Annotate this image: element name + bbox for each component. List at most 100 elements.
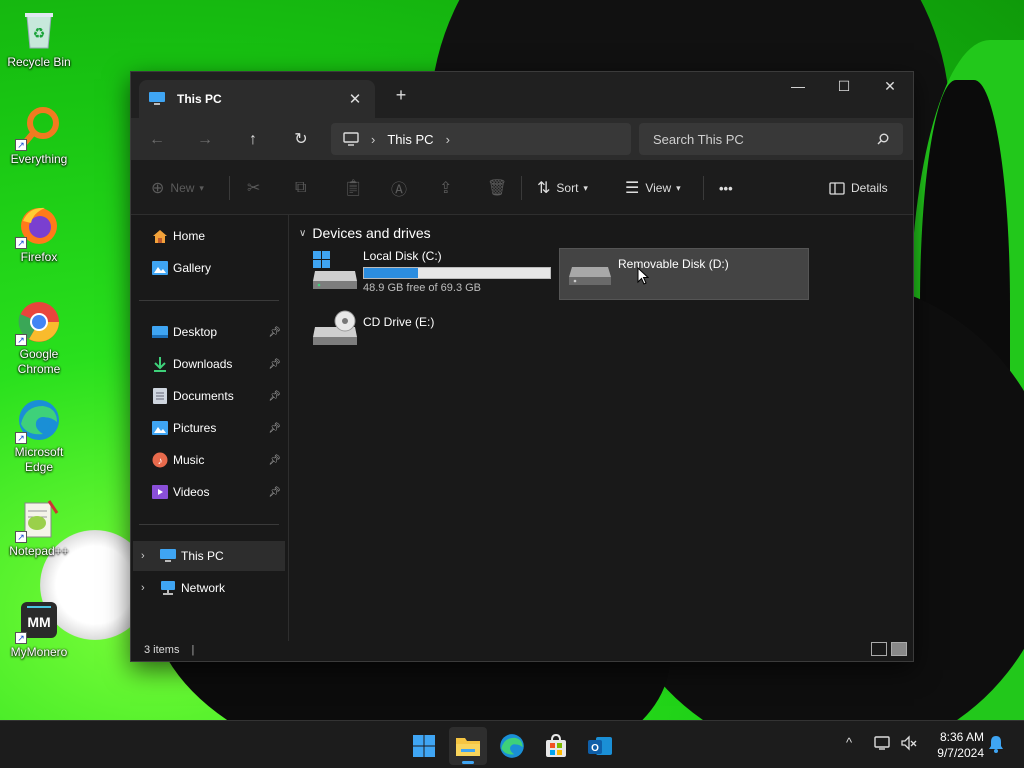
taskbar-store[interactable] [537, 727, 575, 765]
svg-text:O: O [591, 743, 599, 754]
everything-search-icon: ↗ [15, 105, 61, 151]
pin-icon[interactable]: 📌︎ [268, 359, 281, 370]
breadcrumb-chevron-icon[interactable]: › [371, 132, 375, 147]
sidebar-divider [139, 300, 279, 301]
rename-icon: Ⓐ [391, 182, 408, 199]
tab-this-pc[interactable]: This PC ✕ [139, 80, 375, 118]
sidebar-item-pictures[interactable]: Pictures 📌︎ [133, 413, 285, 443]
refresh-button[interactable]: ↻ [287, 126, 315, 154]
pin-icon[interactable]: 📌︎ [268, 423, 281, 434]
navigation-pane: Home Gallery Desktop 📌︎ Downloads 📌︎ Doc… [131, 215, 289, 641]
details-pane-button[interactable]: Details [829, 174, 888, 202]
paste-button[interactable]: 📋︎ [343, 174, 369, 202]
minimize-button[interactable]: — [775, 72, 821, 100]
taskbar-file-explorer[interactable] [449, 727, 487, 765]
window-caption-buttons: — ☐ ✕ [775, 72, 913, 100]
sidebar-item-gallery[interactable]: Gallery [133, 253, 285, 283]
windows-drive-icon [311, 251, 359, 291]
large-icons-view-button[interactable] [891, 642, 907, 656]
expand-chevron-icon[interactable]: › [141, 550, 155, 562]
network-status-icon[interactable] [874, 735, 892, 754]
drive-free-space: 48.9 GB free of 69.3 GB [363, 282, 482, 294]
shortcut-arrow-icon: ↗ [15, 531, 27, 543]
notification-bell-icon[interactable] [988, 735, 1004, 756]
cut-button[interactable]: ✂ [247, 174, 266, 202]
sidebar-item-label: Pictures [173, 421, 217, 435]
sidebar-item-downloads[interactable]: Downloads 📌︎ [133, 349, 285, 379]
gallery-icon [151, 260, 169, 276]
new-button[interactable]: ⊕ New ▾ [151, 174, 204, 202]
sidebar-item-this-pc[interactable]: › This PC [133, 541, 285, 571]
system-clock[interactable]: 8:36 AM 9/7/2024 [928, 729, 984, 761]
sidebar-item-home[interactable]: Home [133, 221, 285, 251]
sidebar-item-videos[interactable]: Videos 📌︎ [133, 477, 285, 507]
desktop-icon-label: MyMonero [10, 645, 68, 659]
tab-title: This PC [177, 92, 222, 106]
breadcrumb-this-pc[interactable]: This PC [387, 132, 433, 147]
group-header-devices[interactable]: ∨ Devices and drives [299, 225, 431, 241]
outlook-icon: O [588, 737, 612, 755]
breadcrumb-chevron-icon[interactable]: › [446, 132, 450, 147]
download-arrow-icon [151, 356, 169, 372]
share-button[interactable]: ⇪ [439, 174, 458, 202]
address-bar[interactable]: › This PC › [331, 123, 631, 155]
back-button[interactable]: ← [143, 126, 171, 154]
cd-drive-icon [311, 309, 359, 349]
desktop-icon-label: Recycle Bin [7, 55, 71, 69]
sidebar-item-network[interactable]: › Network [133, 573, 285, 603]
svg-text:♻: ♻ [33, 25, 46, 41]
details-pane-icon [829, 181, 845, 195]
pin-icon[interactable]: 📌︎ [268, 327, 281, 338]
folder-icon [456, 738, 480, 756]
forward-button[interactable]: → [191, 126, 219, 154]
close-window-button[interactable]: ✕ [867, 72, 913, 100]
running-indicator [462, 761, 474, 764]
taskbar-outlook[interactable]: O [581, 727, 619, 765]
home-icon [151, 228, 169, 244]
expand-chevron-icon[interactable]: › [141, 582, 155, 594]
sidebar-item-desktop[interactable]: Desktop 📌︎ [133, 317, 285, 347]
desktop-icon-chrome[interactable]: ↗ Google Chrome [1, 300, 77, 377]
new-tab-button[interactable]: + [389, 84, 413, 108]
divider [229, 176, 230, 200]
drive-d[interactable]: Removable Disk (D:) [559, 248, 809, 300]
pictures-icon [151, 420, 169, 436]
chevron-down-icon: ▾ [199, 182, 204, 193]
plus-circle-icon: ⊕ [151, 180, 165, 197]
delete-button[interactable]: 🗑︎ [487, 174, 513, 202]
desktop-icon-mymonero[interactable]: MM ↗ MyMonero [1, 598, 77, 660]
sidebar-item-documents[interactable]: Documents 📌︎ [133, 381, 285, 411]
desktop-icon-notepadpp[interactable]: ↗ Notepad++ [1, 497, 77, 559]
drive-c[interactable]: Local Disk (C:) 48.9 GB free of 69.3 GB [305, 249, 555, 301]
details-view-button[interactable] [871, 642, 887, 656]
pin-icon[interactable]: 📌︎ [268, 391, 281, 402]
view-label: View [645, 181, 672, 195]
pin-icon[interactable]: 📌︎ [268, 487, 281, 498]
drive-e[interactable]: CD Drive (E:) [305, 307, 555, 359]
status-bar: 3 items | [131, 639, 913, 661]
more-options-button[interactable]: ••• [719, 174, 733, 202]
sidebar-item-music[interactable]: ♪ Music 📌︎ [133, 445, 285, 475]
desktop-icon-edge[interactable]: ↗ Microsoft Edge [1, 398, 77, 475]
tray-overflow-chevron[interactable]: ^ [846, 735, 852, 750]
sidebar-item-label: Network [181, 581, 226, 595]
rename-button[interactable]: Ⓐ [391, 174, 413, 202]
desktop-icon-recycle-bin[interactable]: ♻ Recycle Bin [1, 8, 77, 70]
pin-icon[interactable]: 📌︎ [268, 455, 281, 466]
search-box[interactable]: Search This PC [639, 123, 903, 155]
start-button[interactable] [405, 727, 443, 765]
document-icon [151, 388, 169, 404]
volume-muted-icon[interactable] [900, 735, 918, 754]
removable-disk-icon [566, 251, 614, 291]
search-input[interactable]: Search This PC [653, 132, 744, 147]
maximize-button[interactable]: ☐ [821, 72, 867, 100]
copy-button[interactable]: ⧉ [295, 174, 312, 202]
desktop-icon-firefox[interactable]: ↗ Firefox [1, 203, 77, 265]
drive-name: Removable Disk (D:) [618, 257, 729, 271]
close-tab-icon[interactable]: ✕ [345, 90, 365, 108]
up-button[interactable]: ↑ [239, 126, 267, 154]
view-button[interactable]: ☰ View ▾ [625, 174, 681, 202]
desktop-icon-everything[interactable]: ↗ Everything [1, 105, 77, 167]
taskbar-edge[interactable] [493, 727, 531, 765]
sort-button[interactable]: ⇅ Sort ▾ [537, 174, 588, 202]
